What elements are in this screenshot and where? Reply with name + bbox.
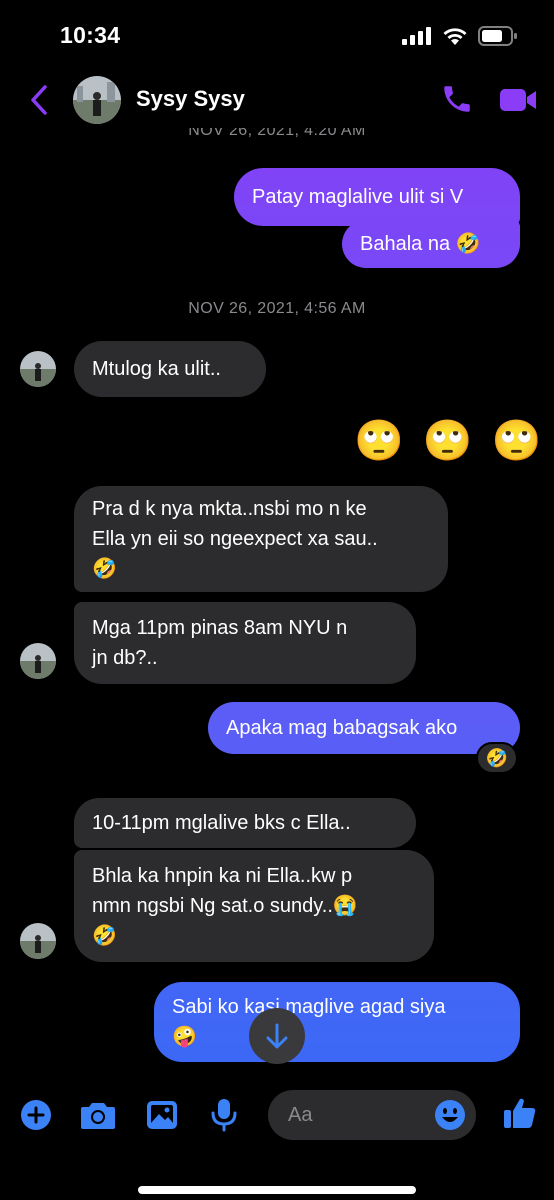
phone-icon — [444, 86, 470, 112]
timestamp: NOV 26, 2021, 4:56 AM — [188, 300, 366, 317]
message-bubble-incoming[interactable]: Pra d k nya mkta..nsbi mo n ke Ella yn e… — [74, 486, 448, 592]
contact-avatar-small[interactable] — [20, 923, 56, 959]
message-bubble-incoming[interactable]: 10-11pm mglalive bks c Ella.. — [74, 798, 416, 848]
video-call-button[interactable] — [498, 84, 538, 116]
gallery-button[interactable] — [142, 1095, 182, 1135]
avatar-photo — [73, 76, 121, 124]
add-button[interactable] — [16, 1095, 56, 1135]
status-time: 10:34 — [60, 22, 121, 48]
contact-avatar-small[interactable] — [20, 351, 56, 387]
arrow-down-icon — [266, 1023, 288, 1049]
status-bar: 10:34 — [0, 0, 554, 70]
message-input-box[interactable] — [268, 1090, 476, 1140]
camera-button[interactable] — [78, 1095, 118, 1135]
message-bubble-outgoing[interactable]: Bahala na 🤣 — [342, 220, 520, 268]
composer-bar — [0, 1078, 554, 1200]
message-bubble-incoming[interactable]: Mga 11pm pinas 8am NYU n jn db?.. — [74, 602, 416, 684]
plus-circle-icon — [21, 1100, 51, 1130]
voice-message-button[interactable] — [204, 1095, 244, 1135]
status-icons — [402, 26, 518, 46]
wifi-icon — [443, 27, 467, 45]
avatar-photo — [20, 923, 56, 959]
camera-icon — [81, 1103, 115, 1129]
timestamp: NOV 26, 2021, 4:20 AM — [188, 128, 366, 139]
message-bubble-outgoing[interactable]: Apaka mag babagsak ako — [208, 702, 520, 754]
back-button[interactable] — [22, 80, 56, 120]
battery-icon — [478, 26, 517, 46]
home-indicator — [138, 1186, 416, 1194]
contact-name[interactable]: Sysy Sysy — [136, 86, 245, 112]
message-bubble-incoming[interactable]: Mtulog ka ulit.. — [74, 341, 266, 397]
audio-call-button[interactable] — [440, 82, 474, 116]
reaction-badge[interactable]: 🤣 — [476, 742, 518, 774]
message-input[interactable] — [288, 1090, 428, 1140]
message-bubble-outgoing[interactable]: Patay maglalive ulit si V — [234, 168, 520, 226]
video-camera-icon — [500, 89, 536, 111]
scroll-to-bottom-button[interactable] — [249, 1008, 305, 1064]
chevron-left-icon — [31, 85, 47, 115]
emoji-message[interactable]: 🙄 🙄 🙄 — [354, 416, 546, 466]
contact-avatar[interactable] — [73, 76, 121, 124]
message-thread[interactable]: NOV 26, 2021, 4:20 AM Patay maglalive ul… — [0, 128, 554, 1078]
emoji-message-text: 🙄 🙄 🙄 — [354, 419, 546, 463]
image-icon — [147, 1101, 177, 1129]
thumbs-up-icon — [504, 1098, 536, 1128]
message-bubble-outgoing[interactable]: Sabi ko kasi maglive agad siya 🤪 — [154, 982, 520, 1062]
conversation-header: Sysy Sysy — [0, 70, 554, 128]
microphone-icon — [211, 1099, 237, 1132]
avatar-photo — [20, 351, 56, 387]
contact-avatar-small[interactable] — [20, 643, 56, 679]
message-bubble-incoming[interactable]: Bhla ka hnpin ka ni Ella..kw p nmn ngsbi… — [74, 850, 434, 962]
like-button[interactable] — [500, 1093, 540, 1133]
avatar-photo — [20, 643, 56, 679]
cellular-signal-icon — [402, 27, 431, 45]
emoji-picker-icon[interactable] — [434, 1099, 466, 1131]
